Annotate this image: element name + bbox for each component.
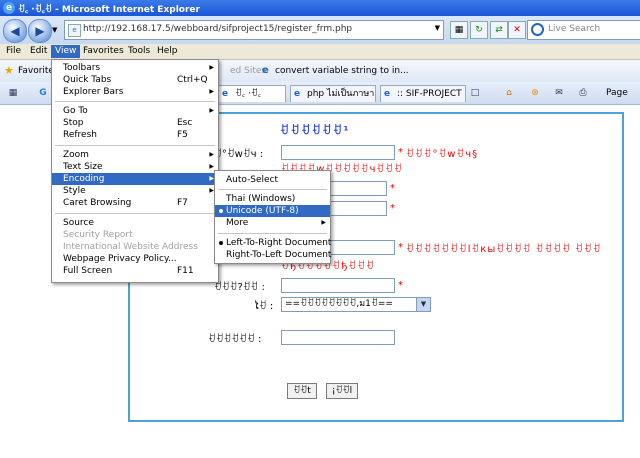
submit-button[interactable]: ꀀꀀt [287,383,317,399]
menu-item-stop[interactable]: Stop Esc [52,117,218,129]
encoding-unicode-utf8[interactable]: Unicode (UTF-8) [215,205,330,217]
compat-view-icon[interactable]: ▦ [450,21,468,39]
field7-input[interactable] [281,330,395,345]
refresh-icon[interactable]: ↻ [470,21,488,39]
encoding-ltr-document[interactable]: Left-To-Right Document [215,237,331,249]
menu-item-caret-browsing[interactable]: Caret Browsing F7 [52,197,218,209]
favorite-link[interactable]: convert variable string to in... [275,66,409,76]
address-bar[interactable]: e http://192.168.17.5/webboard/sifprojec… [64,20,444,40]
live-search-icon [531,23,544,36]
search-box[interactable]: Live Search [527,20,640,40]
menu-bar: File Edit View Favorites Tools Help [0,44,640,60]
title-bar: e ꀀ꜀ ·ꀀ꜀ꀀ - Microsoft Internet Explorer [0,0,640,16]
menu-item-zoom[interactable]: Zoom ▶ [52,149,218,161]
encoding-thai-windows[interactable]: Thai (Windows) [215,193,330,205]
stop-icon[interactable]: ✕ [508,21,526,39]
menu-separator [55,145,215,146]
encoding-rtl-document[interactable]: Right-To-Left Document [215,249,331,261]
tab-php[interactable]: e php ไม่เป็นภาษา... [290,85,376,102]
required-mark: * [398,242,403,253]
encoding-submenu: Auto-Select Thai (Windows) Unicode (UTF-… [214,170,331,264]
required-mark: * [390,203,395,214]
menu-item-international-address: International Website Address [63,242,198,252]
username-input[interactable] [281,145,395,160]
required-mark: * [398,280,403,291]
menu-item-source[interactable]: Source [52,217,218,229]
radio-dot-icon [219,241,223,245]
email-note: ꀀꀀꀀꀀꀀꀀꀀlꀀкыꀀꀀꀀꀀ ꀀꀀꀀꀀ ꀀꀀꀀ [406,244,602,255]
menu-edit[interactable]: Edit [26,45,51,58]
new-tab-icon[interactable]: □ [468,87,482,100]
menu-separator [55,101,215,102]
forward-button[interactable]: ▶ [28,19,52,43]
reset-button[interactable]: ¡ꀀꀀl [326,383,358,399]
menu-item-text-size[interactable]: Text Size ▶ [52,161,218,173]
ie-tab-icon: e [384,89,391,99]
ie-logo-icon: e [3,2,15,14]
menu-item-full-screen[interactable]: Full Screen F11 [52,265,218,277]
menu-help[interactable]: Help [153,45,182,58]
encoding-more[interactable]: More ▶ [215,217,330,229]
menu-tools[interactable]: Tools [124,45,154,58]
tab-register[interactable]: e ꀀ꜀ ·ꀀ꜀ [218,85,286,102]
suggested-sites[interactable]: ed Sites [230,66,266,76]
search-placeholder: Live Search [548,24,601,34]
required-mark: * [390,183,395,194]
history-dropdown-icon[interactable]: ▼ [52,26,57,34]
tab-sif-project[interactable]: e:: SIF-PROJECT :: [380,85,466,102]
page-icon: e [68,24,81,37]
ie-tab-icon: e [222,89,229,99]
encoding-auto-select[interactable]: Auto-Select [215,174,330,186]
view-menu: Toolbars ▶ Quick Tabs Ctrl+Q Explorer Bars… [51,59,219,283]
menu-item-encoding[interactable]: Encoding ▶ [52,173,218,185]
province-select-value: ==ꀀꀀꀀꀀꀀꀀꀀꀀ,ม1ꀀ== [285,299,393,309]
window-title: ꀀ꜀ ·ꀀ꜀ꀀ - Microsoft Internet Explorer [18,5,200,15]
home-icon[interactable]: ⌂ [502,87,516,100]
province-label: ໄꀀ : [254,301,274,312]
address-url: http://192.168.17.5/webboard/sifproject1… [83,24,353,34]
username-note: ꀀꀀꀀ°ꀀwꀀч§ [406,149,479,160]
province-select[interactable]: ==ꀀꀀꀀꀀꀀꀀꀀꀀ,ม1ꀀ== ▼ [281,297,431,312]
required-mark: * [398,147,403,158]
google-icon[interactable]: G [36,87,50,100]
feeds-icon[interactable]: ⊛ [528,87,542,100]
quick-tabs-icon[interactable]: ▦ [6,87,20,100]
page-menu[interactable]: Page [606,88,628,98]
menu-item-quick-tabs[interactable]: Quick Tabs Ctrl+Q [52,74,218,86]
ie-tab-icon: e [294,89,301,99]
menu-separator [55,213,215,214]
radio-dot-icon [219,209,223,213]
username-label: ꀀ°ꀀwꀀч : [214,149,264,160]
menu-item-style[interactable]: Style ▶ [52,185,218,197]
field5-label: ꀀꀀꀀ?ꀀꀀ : [214,282,265,293]
favorites-star-icon[interactable]: ★ [4,64,14,77]
menu-separator [218,233,327,234]
menu-favorites[interactable]: Favorites [79,45,128,58]
ie-page-icon: e [262,65,269,76]
menu-view[interactable]: View [51,45,81,58]
chevron-down-icon[interactable]: ▼ [416,298,430,311]
menu-item-explorer-bars[interactable]: Explorer Bars ▶ [52,86,218,98]
form-heading: ꀀꀀꀀꀀꀀꀀ¹ [280,124,351,137]
menu-item-refresh[interactable]: Refresh F5 [52,129,218,141]
menu-file[interactable]: File [2,45,25,58]
field5-input[interactable] [281,278,395,293]
address-dropdown-icon[interactable]: ▼ [435,24,440,32]
menu-item-go-to[interactable]: Go To ▶ [52,105,218,117]
menu-separator [218,189,327,190]
mail-icon[interactable]: ✉ [552,87,566,100]
print-icon[interactable]: ⎙ [576,87,590,100]
menu-item-toolbars[interactable]: Toolbars ▶ [52,62,218,74]
back-button[interactable]: ◀ [3,19,27,43]
refresh-icon-2[interactable]: ⇄ [490,21,508,39]
field7-label: ꀀꀀꀀꀀꀀꀀ : [208,334,262,345]
menu-item-security-report: Security Report [63,230,133,240]
address-toolbar: ◀ ▶ ▼ e http://192.168.17.5/webboard/sif… [0,16,640,44]
menu-item-privacy-policy[interactable]: Webpage Privacy Policy... [52,253,218,265]
